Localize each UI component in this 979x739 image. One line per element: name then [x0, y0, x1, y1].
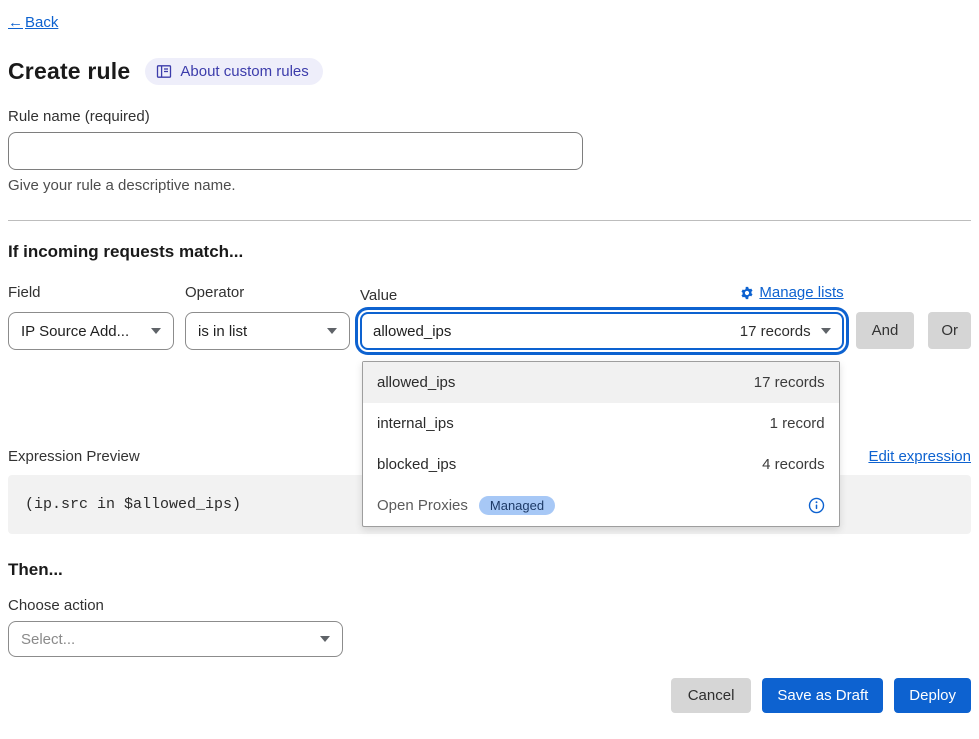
then-section-heading: Then...	[8, 560, 971, 580]
value-select-right: 17 records	[740, 323, 831, 340]
about-custom-rules-link[interactable]: About custom rules	[145, 58, 322, 85]
title-row: Create rule About custom rules	[8, 58, 971, 85]
operator-select-value: is in list	[198, 323, 247, 340]
list-option-name: Open Proxies	[377, 497, 468, 514]
chevron-down-icon	[327, 328, 337, 334]
field-label: Field	[8, 284, 174, 302]
and-button[interactable]: And	[856, 312, 915, 349]
managed-badge: Managed	[479, 496, 555, 515]
operator-select[interactable]: is in list	[185, 312, 350, 350]
list-option-blocked-ips[interactable]: blocked_ips 4 records	[363, 444, 839, 485]
value-select-value: allowed_ips	[373, 323, 451, 340]
create-rule-page: ←Back Create rule About custom rules Rul…	[0, 0, 979, 733]
list-option-open-proxies[interactable]: Open Proxies Managed	[363, 485, 839, 526]
field-select-value: IP Source Add...	[21, 323, 129, 340]
left-arrow-icon: ←	[8, 14, 23, 31]
info-icon[interactable]	[808, 497, 825, 514]
match-section-heading: If incoming requests match...	[8, 242, 971, 262]
value-column: Value Manage lists allowed_ips 17 record…	[360, 284, 844, 350]
operator-column: Operator is in list	[185, 284, 350, 350]
condition-builder-row: Field IP Source Add... Operator is in li…	[8, 284, 971, 350]
action-select-placeholder: Select...	[21, 631, 75, 648]
cancel-button[interactable]: Cancel	[671, 678, 752, 713]
section-divider	[8, 220, 971, 221]
expression-preview-label: Expression Preview	[8, 448, 140, 465]
chevron-down-icon	[821, 328, 831, 334]
list-option-name: blocked_ips	[377, 456, 456, 473]
save-as-draft-button[interactable]: Save as Draft	[762, 678, 883, 713]
list-option-internal-ips[interactable]: internal_ips 1 record	[363, 403, 839, 444]
deploy-button[interactable]: Deploy	[894, 678, 971, 713]
back-link-label: Back	[25, 14, 58, 31]
edit-expression-link[interactable]: Edit expression	[868, 448, 971, 465]
manage-lists-link[interactable]: Manage lists	[740, 284, 843, 301]
list-dropdown-panel: allowed_ips 17 records internal_ips 1 re…	[362, 361, 840, 527]
value-select[interactable]: allowed_ips 17 records	[360, 312, 844, 350]
rule-name-label: Rule name (required)	[8, 108, 971, 125]
list-option-records: 1 record	[770, 415, 825, 432]
field-column: Field IP Source Add...	[8, 284, 174, 350]
operator-label: Operator	[185, 284, 350, 302]
page-title: Create rule	[8, 58, 130, 85]
list-option-name: internal_ips	[377, 415, 454, 432]
value-select-records: 17 records	[740, 323, 811, 340]
list-option-records: 17 records	[754, 374, 825, 391]
back-link[interactable]: ←Back	[8, 14, 58, 31]
chevron-down-icon	[151, 328, 161, 334]
rule-name-input[interactable]	[8, 132, 583, 170]
list-option-left: Open Proxies Managed	[377, 496, 555, 515]
manage-lists-label: Manage lists	[759, 284, 843, 301]
choose-action-label: Choose action	[8, 597, 971, 614]
list-option-name: allowed_ips	[377, 374, 455, 391]
chevron-down-icon	[320, 636, 330, 642]
rule-name-section: Rule name (required) Give your rule a de…	[8, 108, 971, 194]
list-option-records: 4 records	[762, 456, 825, 473]
book-icon	[156, 64, 172, 79]
or-button[interactable]: Or	[928, 312, 971, 349]
about-pill-label: About custom rules	[180, 63, 308, 80]
footer-actions: Cancel Save as Draft Deploy	[8, 678, 971, 713]
list-option-allowed-ips[interactable]: allowed_ips 17 records	[363, 362, 839, 403]
action-select[interactable]: Select...	[8, 621, 343, 657]
rule-name-helper: Give your rule a descriptive name.	[8, 177, 971, 194]
back-row: ←Back	[8, 14, 971, 31]
value-label: Value	[360, 287, 397, 305]
gear-icon	[740, 286, 754, 300]
field-select[interactable]: IP Source Add...	[8, 312, 174, 350]
value-label-row: Value Manage lists	[360, 284, 844, 302]
